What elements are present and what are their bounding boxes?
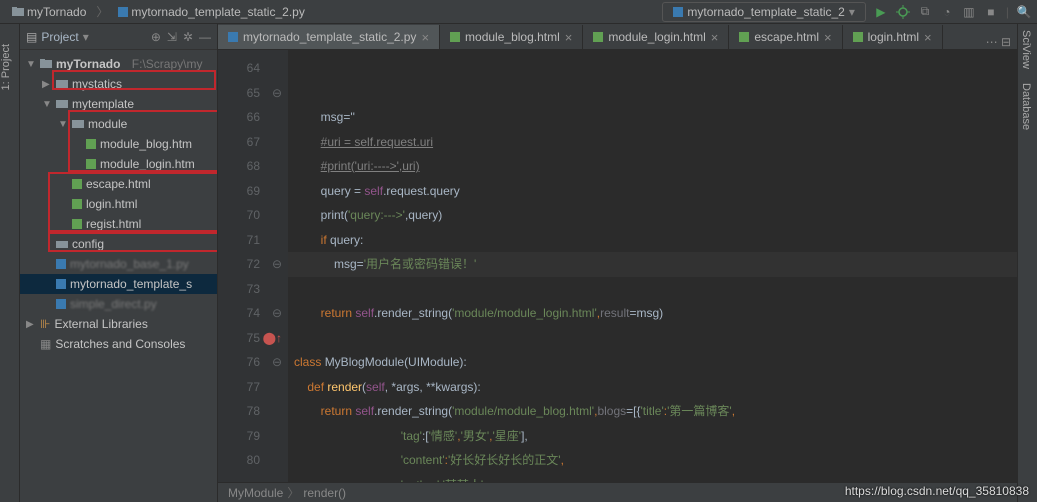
toolbar-right: mytornado_template_static_2 ▾ ▶ ⧉ ◔ ▥ ■ … [662, 2, 1031, 22]
tree-config[interactable]: config [20, 234, 217, 254]
close-icon[interactable]: × [924, 30, 932, 45]
editor-code[interactable]: msg='' #uri = self.request.uri #print('u… [288, 50, 1017, 482]
chevron-down-icon[interactable]: ▾ [83, 30, 89, 44]
tree-grey1[interactable]: mytornado_base_1.py [20, 254, 217, 274]
run-config-label: mytornado_template_static_2 [687, 5, 844, 19]
ed-crumb-class[interactable]: MyModule [228, 486, 283, 500]
gutter-marks: ⊖⊖⊖⬤↑⊖ [263, 56, 282, 473]
close-icon[interactable]: × [824, 30, 832, 45]
python-icon [56, 279, 66, 289]
editor: mytornado_template_static_2.py× module_b… [218, 24, 1017, 502]
project-panel-header: ▤ Project ▾ ⊕ ⇲ ✲ — [20, 24, 217, 50]
html-icon [72, 219, 82, 229]
close-icon[interactable]: × [421, 30, 429, 45]
collapse-icon[interactable]: ⇲ [167, 30, 177, 44]
hide-icon[interactable]: — [199, 30, 211, 44]
chevron-down-icon: ▾ [849, 5, 855, 19]
html-icon [593, 32, 603, 42]
tree-regist[interactable]: regist.html [20, 214, 217, 234]
python-icon [228, 32, 238, 42]
html-icon [86, 159, 96, 169]
scratches-icon: ▦ [40, 337, 51, 351]
html-icon [72, 199, 82, 209]
tree-mystatics[interactable]: ▶mystatics [20, 74, 217, 94]
tab-module-blog[interactable]: module_blog.html× [440, 25, 583, 49]
tree-current-file[interactable]: mytornado_template_s [20, 274, 217, 294]
tree-grey2[interactable]: simple_direct.py [20, 294, 217, 314]
right-tool-strip: SciView Database [1017, 24, 1037, 502]
project-view-icon: ▤ [26, 30, 37, 44]
html-icon [86, 139, 96, 149]
python-icon [118, 7, 128, 17]
tree-module-blog[interactable]: module_blog.htm [20, 134, 217, 154]
tree-scratches[interactable]: ▦Scratches and Consoles [20, 334, 217, 354]
html-icon [450, 32, 460, 42]
lib-icon: ⊪ [40, 317, 50, 331]
profile-button[interactable]: ◔ [940, 5, 954, 19]
crumb-file[interactable]: mytornado_template_static_2.py [112, 3, 310, 21]
tab-login[interactable]: login.html× [843, 25, 943, 49]
debug-button[interactable] [896, 5, 910, 19]
tree-escape[interactable]: escape.html [20, 174, 217, 194]
html-icon [739, 32, 749, 42]
sciview-tool-button[interactable]: SciView [1020, 30, 1032, 69]
crumb-project[interactable]: myTornado [6, 3, 92, 21]
tree-external-libraries[interactable]: ▶⊪External Libraries [20, 314, 217, 334]
project-panel-title: Project [41, 30, 78, 44]
project-tool-button[interactable]: 1: Project [0, 44, 12, 90]
tree-root[interactable]: ▼myTornado F:\Scrapy\my [20, 54, 217, 74]
database-tool-button[interactable]: Database [1020, 83, 1032, 130]
tabs-overflow[interactable]: ⋯ ⊟ [980, 35, 1017, 49]
tab-escape[interactable]: escape.html× [729, 25, 842, 49]
run-button[interactable]: ▶ [874, 5, 888, 19]
run-config-dropdown[interactable]: mytornado_template_static_2 ▾ [662, 2, 865, 22]
coverage-button[interactable]: ⧉ [918, 5, 932, 19]
search-icon[interactable]: 🔍 [1017, 5, 1031, 19]
stop-button[interactable]: ■ [984, 5, 998, 19]
close-icon[interactable]: × [565, 30, 573, 45]
left-tool-strip: 1: Project [0, 24, 20, 502]
tree-module[interactable]: ▼module [20, 114, 217, 134]
chevron-right-icon: 〉 [96, 3, 108, 20]
python-icon [56, 259, 66, 269]
python-icon [56, 299, 66, 309]
tree-module-login[interactable]: module_login.htm [20, 154, 217, 174]
watermark: https://blog.csdn.net/qq_35810838 [845, 484, 1029, 498]
editor-tabs: mytornado_template_static_2.py× module_b… [218, 24, 1017, 50]
crumb-project-label: myTornado [27, 5, 86, 19]
html-icon [72, 179, 82, 189]
tab-module-login[interactable]: module_login.html× [583, 25, 729, 49]
tree-mytemplate[interactable]: ▼mytemplate [20, 94, 217, 114]
gear-icon[interactable]: ✲ [183, 30, 193, 44]
top-toolbar: myTornado 〉 mytornado_template_static_2.… [0, 0, 1037, 24]
close-icon[interactable]: × [711, 30, 719, 45]
tab-mytornado[interactable]: mytornado_template_static_2.py× [218, 25, 440, 49]
crumb-file-label: mytornado_template_static_2.py [131, 5, 304, 19]
locate-icon[interactable]: ⊕ [151, 30, 161, 44]
project-tree[interactable]: ▼myTornado F:\Scrapy\my ▶mystatics ▼myte… [20, 50, 217, 358]
python-icon [673, 7, 683, 17]
ed-crumb-method[interactable]: render() [303, 486, 346, 500]
breadcrumb: myTornado 〉 mytornado_template_static_2.… [6, 3, 311, 21]
gutter[interactable]: 64 65 66 67 68 69 70 71 72 73 74 75 76 7… [218, 50, 288, 482]
html-icon [853, 32, 863, 42]
tree-login[interactable]: login.html [20, 194, 217, 214]
project-panel: ▤ Project ▾ ⊕ ⇲ ✲ — ▼myTornado F:\Scrapy… [20, 24, 218, 502]
concurrency-button[interactable]: ▥ [962, 5, 976, 19]
